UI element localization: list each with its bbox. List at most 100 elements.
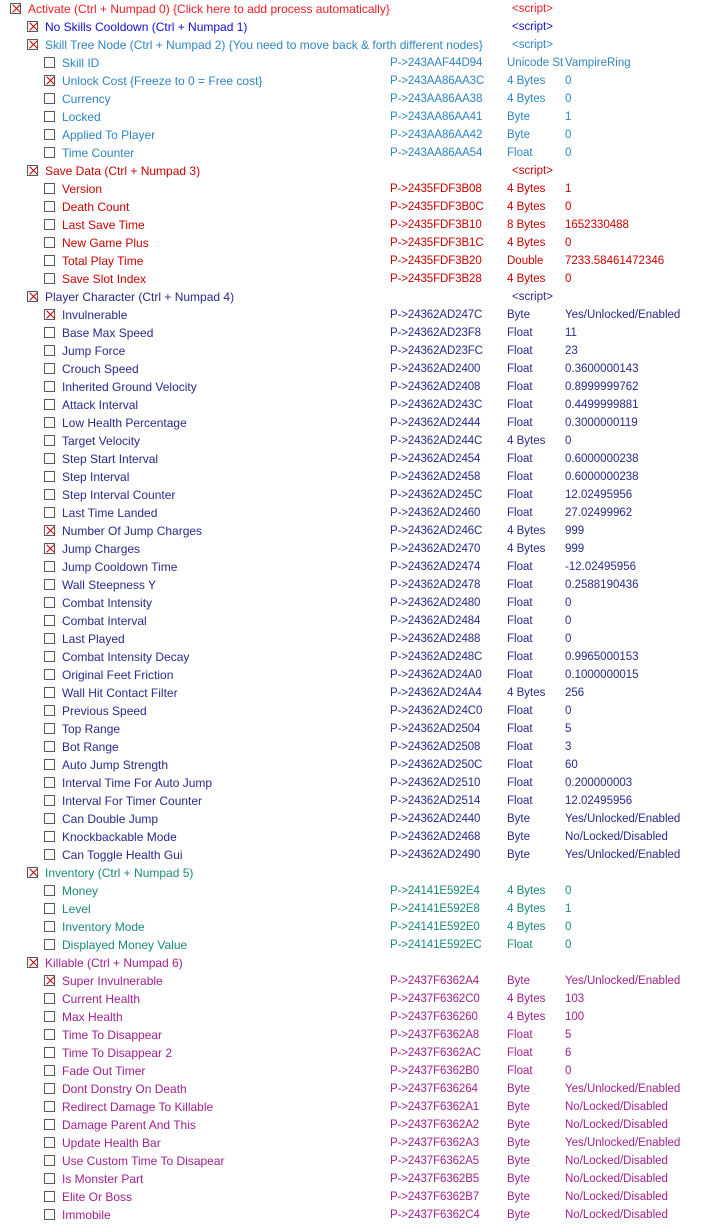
- row-description[interactable]: Base Max Speed: [62, 324, 153, 342]
- table-row[interactable]: Crouch Speed P->24362AD2400 Float 0.3600000…: [0, 360, 718, 378]
- table-row[interactable]: Money P->24141E592E4 4 Bytes 0: [0, 882, 718, 900]
- row-value[interactable]: 0: [565, 882, 571, 900]
- row-address[interactable]: P->2437F6362A2: [390, 1116, 479, 1134]
- checkbox-unchecked[interactable]: [44, 255, 55, 266]
- row-address[interactable]: P->2437F6362A8: [390, 1026, 479, 1044]
- row-value[interactable]: 0.200000003: [565, 774, 632, 792]
- checkbox-unchecked[interactable]: [44, 1029, 55, 1040]
- checkbox-unchecked[interactable]: [44, 705, 55, 716]
- table-row[interactable]: Displayed Money Value P->24141E592EC Float…: [0, 936, 718, 954]
- table-row[interactable]: Save Data (Ctrl + Numpad 3) <script>: [0, 162, 718, 180]
- row-description[interactable]: Money: [62, 882, 98, 900]
- row-description[interactable]: Immobile: [62, 1206, 111, 1224]
- row-address[interactable]: P->2437F6362A1: [390, 1098, 479, 1116]
- row-description[interactable]: Original Feet Friction: [62, 666, 173, 684]
- row-value[interactable]: No/Locked/Disabled: [565, 828, 668, 846]
- row-type[interactable]: Float: [507, 378, 533, 396]
- row-value[interactable]: 0: [565, 936, 571, 954]
- row-address[interactable]: P->24362AD2490: [390, 846, 480, 864]
- row-value[interactable]: -12.02495956: [565, 558, 636, 576]
- row-address[interactable]: P->24362AD2408: [390, 378, 480, 396]
- checkbox-unchecked[interactable]: [44, 219, 55, 230]
- checkbox-unchecked[interactable]: [44, 1137, 55, 1148]
- row-type[interactable]: Float: [507, 756, 533, 774]
- row-value[interactable]: 999: [565, 522, 584, 540]
- checkbox-checked[interactable]: [44, 975, 55, 986]
- row-description[interactable]: Damage Parent And This: [62, 1116, 196, 1134]
- row-address[interactable]: P->243AA86AA41: [390, 108, 482, 126]
- checkbox-unchecked[interactable]: [44, 1173, 55, 1184]
- table-row[interactable]: Save Slot Index P->2435FDF3B28 4 Bytes 0: [0, 270, 718, 288]
- row-address[interactable]: P->24362AD250C: [390, 756, 482, 774]
- row-address[interactable]: P->24362AD2440: [390, 810, 480, 828]
- row-value[interactable]: 11: [565, 324, 577, 342]
- table-row[interactable]: Combat Intensity Decay P->24362AD248C Floa…: [0, 648, 718, 666]
- row-address[interactable]: P->243AA86AA42: [390, 126, 482, 144]
- row-value[interactable]: 0: [565, 72, 571, 90]
- row-description[interactable]: Crouch Speed: [62, 360, 139, 378]
- row-value[interactable]: 1652330488: [565, 216, 629, 234]
- row-description[interactable]: Last Time Landed: [62, 504, 157, 522]
- row-description[interactable]: Super Invulnerable: [62, 972, 163, 990]
- checkbox-unchecked[interactable]: [44, 435, 55, 446]
- checkbox-unchecked[interactable]: [44, 1155, 55, 1166]
- row-description[interactable]: Is Monster Part: [62, 1170, 143, 1188]
- row-address[interactable]: P->24362AD2460: [390, 504, 480, 522]
- row-type[interactable]: Float: [507, 720, 533, 738]
- row-address[interactable]: P->2435FDF3B1C: [390, 234, 484, 252]
- cheat-table-address-list[interactable]: Activate (Ctrl + Numpad 0) {Click here t…: [0, 0, 718, 1224]
- table-row[interactable]: Time To Disappear 2 P->2437F6362AC Float 6: [0, 1044, 718, 1062]
- row-description[interactable]: Bot Range: [62, 738, 119, 756]
- row-address[interactable]: P->2437F6362A3: [390, 1134, 479, 1152]
- row-value[interactable]: 0.9965000153: [565, 648, 639, 666]
- checkbox-unchecked[interactable]: [44, 849, 55, 860]
- row-type[interactable]: Float: [507, 666, 533, 684]
- row-address[interactable]: P->243AA86AA38: [390, 90, 482, 108]
- table-row[interactable]: Previous Speed P->24362AD24C0 Float 0: [0, 702, 718, 720]
- row-description[interactable]: Can Double Jump: [62, 810, 158, 828]
- checkbox-unchecked[interactable]: [44, 93, 55, 104]
- row-description[interactable]: Combat Interval: [62, 612, 147, 630]
- row-description[interactable]: Wall Hit Contact Filter: [62, 684, 178, 702]
- checkbox-unchecked[interactable]: [44, 273, 55, 284]
- row-description[interactable]: Dont Donstry On Death: [62, 1080, 187, 1098]
- row-type[interactable]: Float: [507, 612, 533, 630]
- row-description[interactable]: Interval For Timer Counter: [62, 792, 202, 810]
- table-row[interactable]: Auto Jump Strength P->24362AD250C Float 60: [0, 756, 718, 774]
- row-value[interactable]: 23: [565, 342, 578, 360]
- checkbox-unchecked[interactable]: [44, 1083, 55, 1094]
- checkbox-unchecked[interactable]: [44, 183, 55, 194]
- table-row[interactable]: Skill ID P->243AAF44D94 Unicode St VampireR…: [0, 54, 718, 72]
- row-description[interactable]: Auto Jump Strength: [62, 756, 168, 774]
- row-address[interactable]: P->24362AD23F8: [390, 324, 481, 342]
- row-address[interactable]: P->24141E592E4: [390, 882, 480, 900]
- row-type[interactable]: Float: [507, 360, 533, 378]
- row-value[interactable]: 0: [565, 126, 571, 144]
- row-address[interactable]: P->24362AD24A4: [390, 684, 482, 702]
- row-type[interactable]: Float: [507, 738, 533, 756]
- row-type[interactable]: Float: [507, 702, 533, 720]
- row-type[interactable]: Byte: [507, 828, 530, 846]
- row-description[interactable]: Elite Or Boss: [62, 1188, 132, 1206]
- checkbox-checked[interactable]: [27, 39, 38, 50]
- table-row[interactable]: Current Health P->2437F6362C0 4 Bytes 103: [0, 990, 718, 1008]
- row-type[interactable]: Float: [507, 774, 533, 792]
- table-row[interactable]: Last Time Landed P->24362AD2460 Float 27.02…: [0, 504, 718, 522]
- row-value[interactable]: 0.6000000238: [565, 450, 639, 468]
- row-value[interactable]: 0: [565, 144, 571, 162]
- row-address[interactable]: P->24362AD2474: [390, 558, 480, 576]
- row-description[interactable]: Locked: [62, 108, 101, 126]
- table-row[interactable]: Bot Range P->24362AD2508 Float 3: [0, 738, 718, 756]
- checkbox-unchecked[interactable]: [44, 147, 55, 158]
- row-type[interactable]: Byte: [507, 306, 530, 324]
- row-address[interactable]: P->24362AD2468: [390, 828, 480, 846]
- row-address[interactable]: P->24362AD2514: [390, 792, 480, 810]
- table-row[interactable]: Number Of Jump Charges P->24362AD246C 4 By…: [0, 522, 718, 540]
- table-row[interactable]: Immobile P->2437F6362C4 Byte No/Locked/Disa…: [0, 1206, 718, 1224]
- row-description[interactable]: Last Played: [62, 630, 125, 648]
- checkbox-checked[interactable]: [27, 957, 38, 968]
- row-address[interactable]: P->2435FDF3B0C: [390, 198, 484, 216]
- row-type[interactable]: Float: [507, 504, 533, 522]
- checkbox-unchecked[interactable]: [44, 129, 55, 140]
- row-description[interactable]: Current Health: [62, 990, 140, 1008]
